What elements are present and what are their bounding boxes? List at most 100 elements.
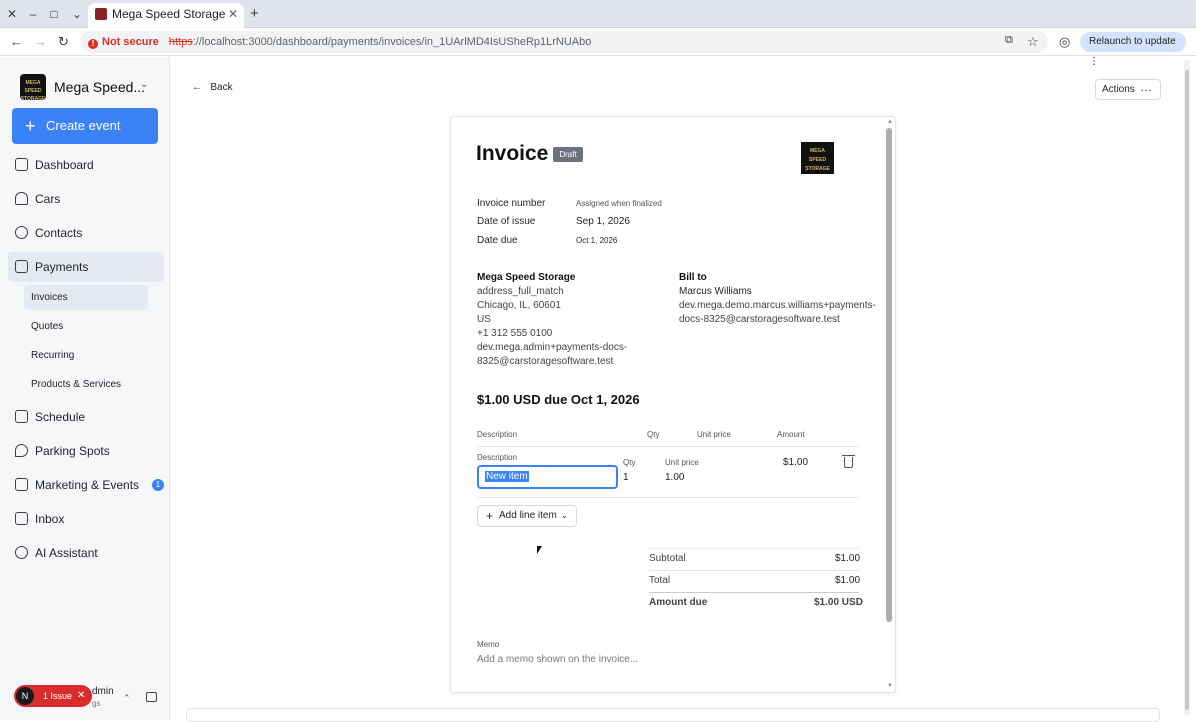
credit-card-icon xyxy=(15,260,28,273)
invoice-title: Invoice xyxy=(476,142,549,165)
date-of-issue-value[interactable]: Sep 1, 2026 xyxy=(576,216,630,227)
close-tab-icon[interactable]: ✕ xyxy=(228,3,238,25)
amount-due-label: Amount due xyxy=(649,597,708,608)
address-bar-row: ← → ↻ ! Not secure https://localhost:3000/… xyxy=(0,28,1196,67)
scroll-up-icon[interactable]: ▲ xyxy=(887,119,893,125)
sidebar-item-label: Schedule xyxy=(35,410,86,424)
issue-avatar: N xyxy=(16,687,34,705)
invoice-scrollbar[interactable] xyxy=(886,128,892,622)
brand-name[interactable]: Mega Speed... xyxy=(54,79,145,95)
minimize-icon[interactable]: – xyxy=(25,6,41,22)
close-window-icon[interactable]: ✕ xyxy=(4,6,20,22)
add-line-item-label: Add line item xyxy=(499,510,557,521)
favicon-icon xyxy=(95,8,107,20)
sidebar-subitem-recurring[interactable]: Recurring xyxy=(24,343,148,368)
ai-assistant-icon xyxy=(15,546,28,559)
sidebar-item-inbox[interactable]: Inbox xyxy=(8,504,164,534)
bookmark-star-icon[interactable]: ☆ xyxy=(1027,34,1039,50)
sidebar-item-cars[interactable]: Cars xyxy=(8,184,164,214)
trash-icon[interactable] xyxy=(842,455,855,468)
browser-tab-bar: ✕ – □ ⌄ Mega Speed Storage ✕ + xyxy=(0,0,1196,28)
qty-input[interactable]: 1 xyxy=(623,471,629,485)
sidebar-item-parking-spots[interactable]: Parking Spots xyxy=(8,436,164,466)
customer-name[interactable]: Marcus Williams xyxy=(679,285,876,299)
warning-icon: ! xyxy=(88,39,98,49)
description-value: New item xyxy=(485,471,529,482)
collapse-sidebar-icon[interactable] xyxy=(146,692,157,702)
url-path: ://localhost:3000/dashboard/payments/inv… xyxy=(192,36,592,48)
user-subtitle: gs xyxy=(92,699,101,708)
divider xyxy=(649,592,859,593)
total-value: $1.00 xyxy=(835,575,861,586)
new-tab-icon[interactable]: + xyxy=(250,5,259,22)
browser-tab[interactable]: Mega Speed Storage ✕ xyxy=(88,3,244,28)
address-line: Chicago, IL, 60601 xyxy=(477,300,561,311)
arrow-left-icon: ← xyxy=(192,82,202,93)
sidebar-item-schedule[interactable]: Schedule xyxy=(8,402,164,432)
sidebar-item-label: Dashboard xyxy=(35,158,94,172)
url-scheme: https xyxy=(168,36,193,48)
sidebar-item-dashboard[interactable]: Dashboard xyxy=(8,150,164,180)
sidebar-subitem-quotes[interactable]: Quotes xyxy=(24,314,148,339)
divider xyxy=(477,497,859,498)
back-arrow-icon[interactable]: ← xyxy=(10,34,23,49)
scrollbar-thumb[interactable] xyxy=(1185,70,1189,710)
sidebar-item-ai-assistant[interactable]: AI Assistant xyxy=(8,538,164,568)
profile-icon[interactable]: ◎ xyxy=(1059,34,1070,50)
sidebar-subitem-invoices[interactable]: Invoices xyxy=(24,285,148,310)
not-secure-label[interactable]: Not secure xyxy=(102,36,159,48)
date-due-value[interactable]: Oct 1, 2026 xyxy=(576,236,617,245)
sidebar-item-label: Marketing & Events xyxy=(35,478,140,492)
close-icon[interactable]: ✕ xyxy=(77,685,85,707)
unit-price-input[interactable]: 1.00 xyxy=(665,471,684,485)
divider xyxy=(477,446,859,447)
url-field[interactable]: ! Not secure https://localhost:3000/dashbo… xyxy=(80,31,1048,53)
calendar-icon xyxy=(15,410,28,423)
sidebar-item-marketing-events[interactable]: Marketing & Events 1 xyxy=(8,470,164,500)
kebab-menu-icon[interactable]: ⋮ xyxy=(1089,56,1099,67)
chevron-down-icon[interactable]: ⌄ xyxy=(140,79,148,90)
plus-icon: + xyxy=(25,116,36,136)
bill-to: Bill to Marcus Williams dev.mega.demo.ma… xyxy=(679,271,876,327)
plus-icon: + xyxy=(486,509,494,523)
reload-icon[interactable]: ↻ xyxy=(58,34,69,50)
back-label: Back xyxy=(210,82,233,93)
sidebar-item-label: Payments xyxy=(35,260,89,274)
maximize-icon[interactable]: □ xyxy=(46,6,62,22)
tab-list-icon[interactable]: ⌄ xyxy=(69,6,85,22)
chevron-up-icon[interactable]: ⌃ xyxy=(123,693,131,704)
issues-badge[interactable]: N 1 Issue ✕ xyxy=(14,685,92,707)
line-qty-label: Qty xyxy=(623,458,636,467)
forward-arrow-icon[interactable]: → xyxy=(34,34,47,49)
date-of-issue-label: Date of issue xyxy=(477,216,536,227)
line-description-label: Description xyxy=(477,453,518,462)
tab-title: Mega Speed Storage xyxy=(112,7,226,21)
back-button[interactable]: ← Back xyxy=(192,82,233,93)
subtotal-label: Subtotal xyxy=(649,553,686,564)
install-icon[interactable]: ⧉ xyxy=(1005,34,1013,47)
add-line-item-button[interactable]: + Add line item ⌄ xyxy=(477,505,577,527)
create-event-button[interactable]: + Create event xyxy=(12,108,158,144)
memo-label: Memo xyxy=(477,640,500,649)
relaunch-button[interactable]: Relaunch to update ⋮ xyxy=(1080,32,1186,67)
sidebar: MEGA SPEED STORAGE Mega Speed... ⌄ + Crea… xyxy=(0,57,170,720)
scroll-down-icon[interactable]: ▼ xyxy=(887,683,893,689)
memo-input[interactable]: Add a memo shown on the invoice... xyxy=(477,654,638,665)
actions-label: Actions xyxy=(1102,84,1135,95)
status-badge: Draft xyxy=(553,147,583,162)
invoice-number-label: Invoice number xyxy=(477,198,546,209)
issue-label: 1 Issue xyxy=(43,691,73,701)
sidebar-item-label: AI Assistant xyxy=(35,546,98,560)
sidebar-item-payments[interactable]: Payments xyxy=(8,252,164,282)
sidebar-item-contacts[interactable]: Contacts xyxy=(8,218,164,248)
sidebar-item-label: Parking Spots xyxy=(35,444,110,458)
sidebar-subitem-products-services[interactable]: Products & Services xyxy=(24,372,148,397)
page-scrollbar[interactable] xyxy=(1184,60,1190,715)
address-line: US xyxy=(477,314,491,325)
car-icon xyxy=(15,192,28,205)
user-name[interactable]: dmin xyxy=(92,686,114,697)
description-input[interactable]: New item xyxy=(477,465,618,489)
bill-to-label: Bill to xyxy=(679,272,707,283)
actions-button[interactable]: Actions … xyxy=(1095,79,1161,100)
more-icon: … xyxy=(1140,80,1152,94)
